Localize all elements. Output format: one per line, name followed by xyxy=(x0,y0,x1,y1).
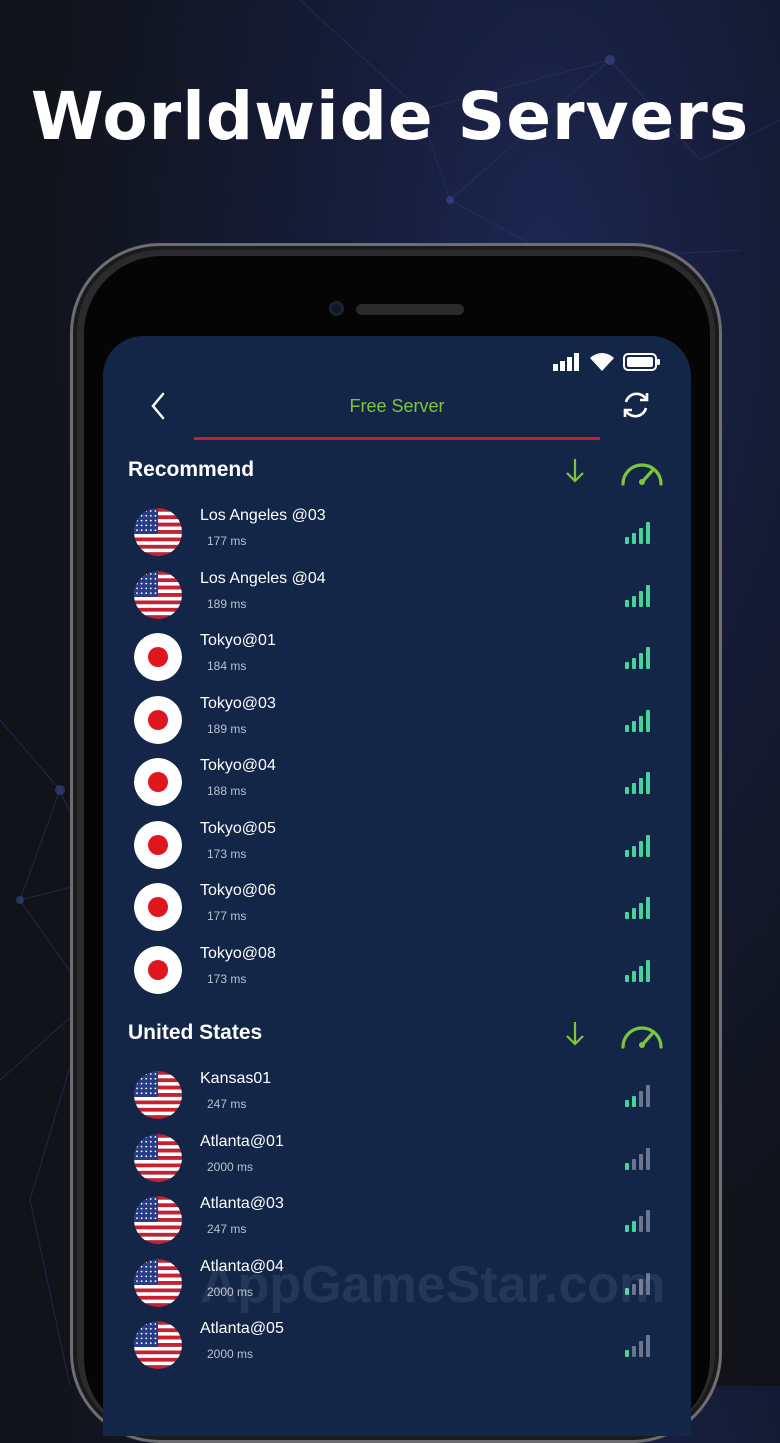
us-flag-icon xyxy=(134,1258,182,1307)
signal-strength-icon xyxy=(625,895,653,919)
tab-indicator xyxy=(194,437,600,440)
app-screen: Free Server Recommend Los Angeles @03 177 … xyxy=(103,336,691,1436)
server-row[interactable]: Los Angeles @03 177 ms xyxy=(103,504,691,566)
signal-strength-icon xyxy=(625,1208,653,1232)
sort-down-icon[interactable] xyxy=(562,1019,588,1049)
section-header: United States xyxy=(128,1015,668,1055)
us-flag-icon xyxy=(134,1196,182,1244)
server-ping: 177 ms xyxy=(207,909,247,923)
wifi-icon xyxy=(590,353,614,371)
server-name: Atlanta@05 xyxy=(200,1320,284,1337)
server-row[interactable]: Atlanta@01 2000 ms xyxy=(103,1130,691,1192)
signal-strength-icon xyxy=(625,770,653,794)
us-flag-icon xyxy=(134,508,182,556)
sort-down-icon[interactable] xyxy=(562,456,588,486)
us-flag-icon xyxy=(134,570,182,619)
server-ping: 173 ms xyxy=(207,846,247,861)
japan-flag-icon xyxy=(134,695,182,744)
japan-flag-icon xyxy=(134,820,182,869)
server-row[interactable]: Tokyo@08 173 ms xyxy=(103,942,691,1004)
server-name: Tokyo@04 xyxy=(200,757,276,774)
server-ping: 247 ms xyxy=(207,1222,247,1236)
server-name: Tokyo@06 xyxy=(200,882,276,899)
server-name: Kansas01 xyxy=(200,1070,272,1087)
us-flag-icon xyxy=(134,1321,182,1369)
server-ping: 2000 ms xyxy=(207,1159,254,1174)
refresh-button[interactable] xyxy=(619,388,653,422)
cellular-signal-icon xyxy=(553,353,579,371)
top-bar: Free Server xyxy=(103,376,691,436)
us-flag-icon xyxy=(134,1133,182,1182)
signal-strength-icon xyxy=(625,645,653,669)
status-bar xyxy=(553,352,661,372)
server-name: Los Angeles @04 xyxy=(200,569,326,587)
server-row[interactable]: Kansas01 247 ms xyxy=(103,1067,691,1129)
server-name: Tokyo@05 xyxy=(200,819,276,837)
speedometer-icon[interactable] xyxy=(619,452,665,488)
signal-strength-icon xyxy=(625,708,653,732)
section-header: Recommend xyxy=(128,452,668,492)
earpiece-speaker xyxy=(356,304,464,315)
server-row[interactable]: Tokyo@04 188 ms xyxy=(103,754,691,816)
server-ping: 2000 ms xyxy=(207,1347,254,1361)
watermark: AppGameStar.com xyxy=(200,1256,666,1314)
page-title: Free Server xyxy=(349,396,445,416)
signal-strength-icon xyxy=(625,958,653,982)
server-ping: 173 ms xyxy=(207,971,247,986)
server-row[interactable]: Tokyo@05 173 ms xyxy=(103,817,691,879)
server-row[interactable]: Tokyo@06 177 ms xyxy=(103,879,691,941)
server-ping: 184 ms xyxy=(207,659,247,673)
speedometer-icon[interactable] xyxy=(619,1015,665,1051)
server-name: Los Angeles @03 xyxy=(200,507,326,524)
headline: Worldwide Servers xyxy=(30,78,750,155)
server-ping: 177 ms xyxy=(207,534,247,548)
server-name: Atlanta@01 xyxy=(200,1132,284,1150)
japan-flag-icon xyxy=(134,758,182,806)
server-name: Tokyo@01 xyxy=(200,632,276,649)
signal-strength-icon xyxy=(625,1146,653,1170)
server-row[interactable]: Tokyo@03 189 ms xyxy=(103,692,691,754)
japan-flag-icon xyxy=(134,633,182,681)
server-name: Tokyo@03 xyxy=(200,694,276,712)
server-row[interactable]: Los Angeles @04 189 ms xyxy=(103,567,691,629)
japan-flag-icon xyxy=(134,883,182,931)
japan-flag-icon xyxy=(134,945,182,994)
server-row[interactable]: Atlanta@05 2000 ms xyxy=(103,1317,691,1379)
signal-strength-icon xyxy=(625,1083,653,1107)
signal-strength-icon xyxy=(625,833,653,857)
front-camera xyxy=(329,301,344,316)
signal-strength-icon xyxy=(625,520,653,544)
server-name: Tokyo@08 xyxy=(200,944,276,962)
server-row[interactable]: Tokyo@01 184 ms xyxy=(103,629,691,691)
server-row[interactable]: Atlanta@03 247 ms xyxy=(103,1192,691,1254)
server-ping: 247 ms xyxy=(207,1097,247,1111)
server-ping: 188 ms xyxy=(207,784,247,798)
refresh-icon xyxy=(623,392,649,418)
signal-strength-icon xyxy=(625,1333,653,1357)
server-name: Atlanta@03 xyxy=(200,1195,284,1212)
server-ping: 189 ms xyxy=(207,721,247,736)
section-title: Recommend xyxy=(128,458,255,481)
signal-strength-icon xyxy=(625,583,653,607)
battery-icon xyxy=(623,353,660,371)
server-ping: 189 ms xyxy=(207,596,247,611)
section-title: United States xyxy=(128,1021,263,1044)
us-flag-icon xyxy=(134,1071,182,1119)
